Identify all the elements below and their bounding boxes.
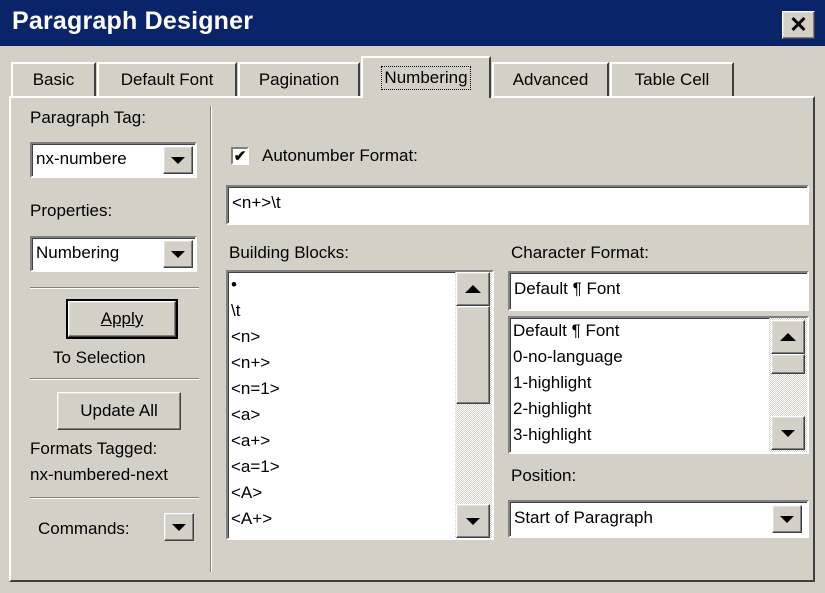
list-item[interactable]: <a+> — [231, 428, 270, 454]
paragraph-tag-dropdown[interactable] — [163, 146, 193, 174]
properties-combo[interactable]: Numbering — [30, 236, 197, 272]
tab-default-font[interactable]: Default Font — [97, 62, 237, 96]
autonumber-checkbox[interactable]: ✔ — [231, 147, 249, 165]
list-item[interactable]: 2-highlight — [513, 396, 591, 422]
list-item[interactable]: 1-highlight — [513, 370, 591, 396]
building-blocks-scrollbar[interactable] — [455, 272, 492, 538]
scroll-down-button[interactable] — [456, 504, 490, 538]
character-format-items: Default ¶ Font 0-no-language 1-highlight… — [510, 318, 768, 452]
chevron-down-icon — [171, 156, 185, 164]
position-label: Position: — [511, 466, 577, 485]
divider — [30, 287, 199, 289]
list-item[interactable]: <a> — [231, 402, 260, 428]
divider — [30, 497, 199, 499]
paragraph-tag-label: Paragraph Tag: — [30, 108, 146, 127]
tab-basic[interactable]: Basic — [11, 62, 96, 96]
paragraph-tag-value: nx-numbere — [36, 149, 127, 168]
update-all-button[interactable]: Update All — [57, 392, 181, 430]
apply-sub-label: To Selection — [53, 348, 146, 367]
list-item[interactable]: <A+> — [231, 506, 272, 532]
arrow-down-icon — [781, 429, 795, 437]
list-item[interactable]: • — [231, 272, 237, 298]
check-icon: ✔ — [233, 147, 247, 165]
tab-table-cell[interactable]: Table Cell — [610, 62, 734, 96]
scroll-thumb[interactable] — [771, 354, 805, 374]
character-format-list[interactable]: Default ¶ Font 0-no-language 1-highlight… — [508, 316, 809, 454]
building-blocks-label: Building Blocks: — [229, 243, 350, 262]
autonumber-format-value: <n+>\t — [232, 193, 281, 212]
chevron-down-icon — [172, 523, 186, 531]
autonumber-format-input[interactable]: <n+>\t — [226, 185, 809, 225]
position-combo[interactable]: Start of Paragraph — [508, 500, 809, 538]
title-bar: Paragraph Designer ✕ — [0, 0, 825, 46]
arrow-down-icon — [466, 517, 480, 525]
apply-label: Apply — [100, 309, 144, 328]
character-format-scrollbar[interactable] — [769, 318, 807, 452]
commands-dropdown[interactable] — [164, 513, 194, 541]
chevron-down-icon — [780, 515, 794, 523]
properties-label: Properties: — [30, 201, 113, 220]
scroll-up-button[interactable] — [771, 320, 805, 354]
paragraph-tag-combo[interactable]: nx-numbere — [30, 142, 197, 178]
commands-label: Commands: — [38, 519, 130, 538]
tab-numbering[interactable]: Numbering — [361, 56, 491, 98]
character-format-value: Default ¶ Font — [514, 279, 621, 298]
tab-pagination[interactable]: Pagination — [238, 62, 360, 96]
arrow-up-icon — [780, 333, 796, 341]
update-all-label: Update All — [80, 401, 158, 420]
scroll-down-button[interactable] — [771, 416, 805, 450]
position-dropdown[interactable] — [772, 505, 802, 533]
list-item[interactable]: 0-no-language — [513, 344, 623, 370]
arrow-up-icon — [465, 285, 481, 293]
list-item[interactable]: <n=1> — [231, 376, 280, 402]
close-button[interactable]: ✕ — [782, 11, 815, 39]
list-item[interactable]: <n+> — [231, 350, 270, 376]
list-item[interactable]: <a=1> — [231, 454, 280, 480]
list-item[interactable]: Default ¶ Font — [513, 318, 619, 344]
chevron-down-icon — [171, 250, 185, 258]
autonumber-label: Autonumber Format: — [262, 146, 418, 165]
character-format-input[interactable]: Default ¶ Font — [508, 271, 809, 311]
divider — [30, 378, 199, 380]
formats-tagged-label: Formats Tagged: — [30, 439, 158, 458]
window-title: Paragraph Designer — [12, 7, 254, 35]
character-format-label: Character Format: — [511, 243, 649, 262]
building-blocks-items: • \t <n> <n+> <n=1> <a> <a+> <a=1> <A> <… — [228, 272, 454, 538]
building-blocks-list[interactable]: • \t <n> <n+> <n=1> <a> <a+> <a=1> <A> <… — [226, 270, 494, 540]
list-item[interactable]: <n> — [231, 324, 260, 350]
properties-value: Numbering — [36, 243, 120, 262]
properties-dropdown[interactable] — [163, 240, 193, 268]
formats-tagged-value: nx-numbered-next — [30, 465, 168, 484]
list-item[interactable]: <A> — [231, 480, 262, 506]
column-divider — [210, 106, 212, 572]
scroll-up-button[interactable] — [456, 272, 490, 306]
apply-button[interactable]: Apply — [66, 299, 178, 339]
tab-advanced[interactable]: Advanced — [492, 62, 609, 96]
list-item[interactable]: 3-highlight — [513, 422, 591, 448]
close-icon: ✕ — [789, 12, 808, 37]
position-value: Start of Paragraph — [514, 508, 653, 527]
list-item[interactable]: \t — [231, 298, 240, 324]
scroll-thumb[interactable] — [456, 306, 490, 404]
